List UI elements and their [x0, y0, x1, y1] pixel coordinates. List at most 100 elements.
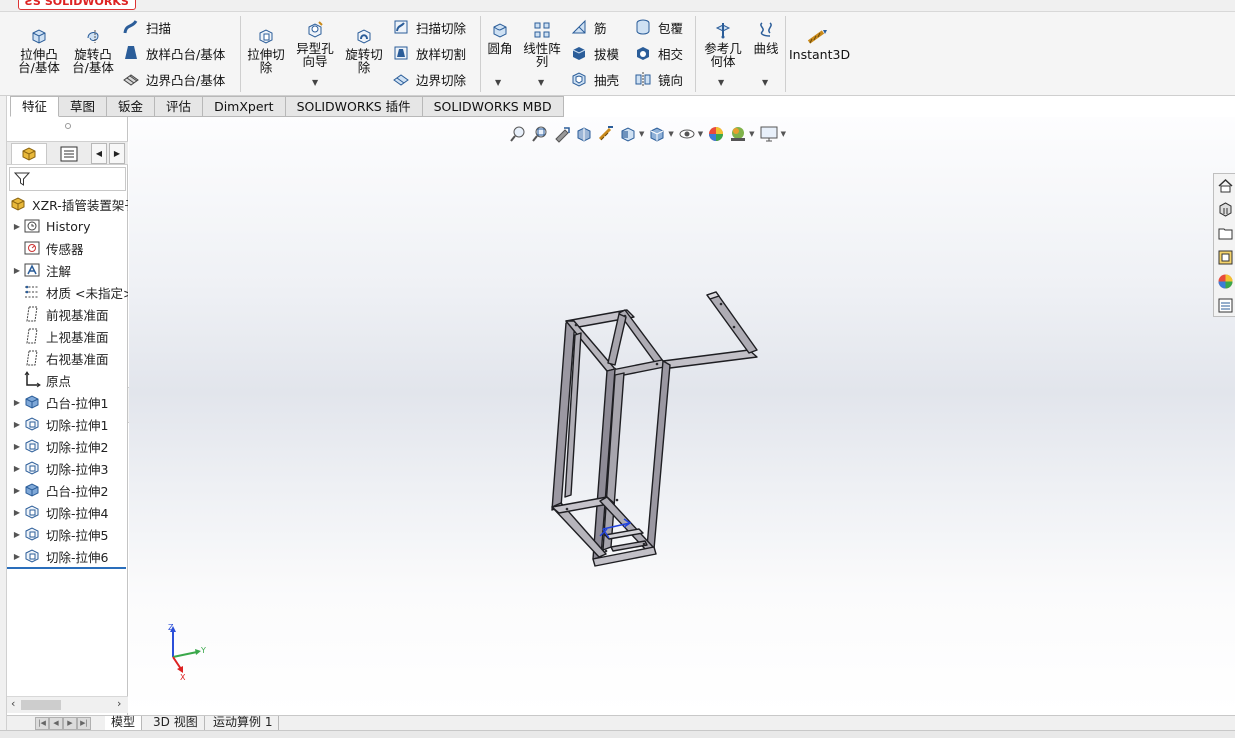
boundary-boss-button[interactable]: 边界凸台/基体 [122, 68, 225, 90]
instant3d-icon [807, 30, 827, 44]
draft-label: 拔模 [594, 46, 620, 62]
loft-cut-button[interactable]: 放样切割 [392, 42, 466, 64]
tree-item[interactable]: 右视基准面 [7, 347, 128, 369]
prev-tab-icon[interactable]: ◀ [49, 717, 63, 730]
status-bar [0, 730, 1235, 738]
expand-arrow-icon[interactable]: ▶ [11, 464, 23, 473]
reference-geometry-button[interactable]: 参考几 何体 [700, 20, 746, 68]
property-manager-tab[interactable] [51, 143, 87, 164]
shell-button[interactable]: 抽壳 [570, 68, 619, 90]
graphics-area[interactable]: ▼ ▼ ▼ ▼ ▼ Z Y X [129, 117, 1235, 715]
tree-item[interactable]: ▶ 注解 [7, 259, 128, 281]
extrude-cut-button[interactable]: 拉伸切 除 [244, 26, 288, 74]
curves-icon [760, 22, 772, 37]
hole-wizard-button[interactable]: 异型孔 向导 [292, 20, 338, 68]
tab-solidworks-addins[interactable]: SOLIDWORKS 插件 [285, 96, 423, 117]
tree-item[interactable]: 材质 <未指定> [7, 281, 128, 303]
last-tab-icon[interactable]: ▶| [77, 717, 91, 730]
sweep-button[interactable]: 扫描 [122, 16, 171, 38]
linear-pattern-dropdown-icon[interactable]: ▼ [538, 78, 544, 87]
expand-arrow-icon[interactable]: ▶ [11, 552, 23, 561]
rib-button[interactable]: 筋 [570, 16, 607, 38]
tree-item[interactable]: 前视基准面 [7, 303, 128, 325]
loft-boss-button[interactable]: 放样凸台/基体 [122, 42, 225, 64]
tree-item[interactable]: ▶ 切除-拉伸4 [7, 501, 128, 523]
expand-arrow-icon[interactable]: ▶ [11, 486, 23, 495]
design-library-icon[interactable] [1217, 201, 1234, 218]
tree-horizontal-scrollbar[interactable]: ‹ › [7, 696, 128, 713]
tab-model[interactable]: 模型 [105, 716, 143, 731]
plane-icon [23, 349, 41, 367]
view-palette-icon[interactable] [1217, 249, 1234, 266]
tab-3d-view[interactable]: 3D 视图 [147, 716, 205, 731]
tab-sheet-metal[interactable]: 钣金 [107, 96, 156, 117]
solidworks-logo[interactable]: ƧS SOLIDWORKS [18, 0, 136, 10]
linear-pattern-button[interactable]: 线性阵 列 [520, 20, 564, 68]
expand-arrow-icon[interactable]: ▶ [11, 442, 23, 451]
scroll-left-arrow-icon[interactable]: ‹ [11, 697, 15, 710]
extrude-boss-button[interactable]: 拉伸凸 台/基体 [14, 26, 64, 74]
tree-item-label: 前视基准面 [46, 307, 109, 323]
tree-item[interactable]: ▶ 切除-拉伸1 [7, 413, 128, 435]
draft-button[interactable]: 拔模 [570, 42, 619, 64]
instant3d-button[interactable]: Instant3D [789, 28, 850, 61]
file-explorer-icon[interactable] [1217, 225, 1234, 242]
fillet-dropdown-icon[interactable]: ▼ [495, 78, 501, 87]
tabs-scroll-right-icon[interactable]: ▶ [109, 143, 125, 164]
expand-arrow-icon[interactable]: ▶ [11, 398, 23, 407]
tree-item[interactable]: ▶ 凸台-拉伸1 [7, 391, 128, 413]
intersect-label: 相交 [658, 46, 684, 62]
fillet-button[interactable]: 圆角 [484, 20, 516, 55]
tree-item[interactable]: 传感器 [7, 237, 128, 259]
reference-geometry-dropdown-icon[interactable]: ▼ [718, 78, 724, 87]
appearances-scenes-icon[interactable] [1217, 273, 1234, 290]
next-tab-icon[interactable]: ▶ [63, 717, 77, 730]
wrap-button[interactable]: 包覆 [634, 16, 683, 38]
tree-item[interactable]: 上视基准面 [7, 325, 128, 347]
mirror-button[interactable]: 镜向 [634, 68, 683, 90]
tab-features[interactable]: 特征 [10, 96, 60, 117]
tree-items: ▶ History 传感器 ▶ 注解 材质 <未指定> 前视基准面 上视基准面 右视基准面 原点 ▶… [7, 215, 128, 567]
scroll-right-arrow-icon[interactable]: › [117, 697, 121, 710]
tree-item-label: 切除-拉伸2 [46, 439, 109, 455]
triad-y-label: Y [200, 646, 206, 655]
tree-item[interactable]: ▶ 切除-拉伸2 [7, 435, 128, 457]
revolve-boss-button[interactable]: 旋转凸 台/基体 [67, 26, 119, 74]
curves-button[interactable]: 曲线 [750, 20, 782, 55]
feature-manager-tab[interactable] [11, 143, 47, 164]
tree-filter[interactable] [9, 167, 126, 191]
boundary-cut-button[interactable]: 边界切除 [392, 68, 466, 90]
expand-arrow-icon[interactable]: ▶ [11, 530, 23, 539]
expand-arrow-icon[interactable]: ▶ [11, 508, 23, 517]
sweep-cut-button[interactable]: 扫描切除 [392, 16, 466, 38]
expand-arrow-icon[interactable]: ▶ [11, 266, 23, 275]
revolve-cut-button[interactable]: 旋转切 除 [341, 26, 387, 74]
tabs-scroll-left-icon[interactable]: ◀ [91, 143, 107, 164]
intersect-button[interactable]: 相交 [634, 42, 683, 64]
tab-dimxpert[interactable]: DimXpert [203, 96, 286, 117]
solidworks-resources-icon[interactable] [1217, 177, 1234, 194]
custom-properties-icon[interactable] [1217, 297, 1234, 314]
feature-tree: XZR-插管装置架子 ▶ History 传感器 ▶ 注解 材质 <未指定> 前视基准面上视… [7, 193, 128, 567]
tree-root[interactable]: XZR-插管装置架子 [7, 193, 128, 215]
expand-arrow-icon[interactable]: ▶ [11, 222, 23, 231]
tab-sketch[interactable]: 草图 [59, 96, 108, 117]
rollback-bar[interactable] [7, 567, 126, 569]
hole-wizard-dropdown-icon[interactable]: ▼ [312, 78, 318, 87]
tree-item[interactable]: ▶ History [7, 215, 128, 237]
scroll-thumb[interactable] [21, 700, 61, 710]
tab-motion-study[interactable]: 运动算例 1 [207, 716, 280, 731]
tree-item[interactable]: 原点 [7, 369, 128, 391]
tab-evaluate[interactable]: 评估 [155, 96, 204, 117]
property-manager-icon [60, 146, 78, 161]
tree-item[interactable]: ▶ 凸台-拉伸2 [7, 479, 128, 501]
panel-grip-handle[interactable] [65, 123, 71, 129]
curves-dropdown-icon[interactable]: ▼ [762, 78, 768, 87]
frame-model[interactable] [129, 117, 1235, 715]
tree-item[interactable]: ▶ 切除-拉伸6 [7, 545, 128, 567]
tree-item[interactable]: ▶ 切除-拉伸3 [7, 457, 128, 479]
expand-arrow-icon[interactable]: ▶ [11, 420, 23, 429]
first-tab-icon[interactable]: |◀ [35, 717, 49, 730]
tree-item[interactable]: ▶ 切除-拉伸5 [7, 523, 128, 545]
tab-solidworks-mbd[interactable]: SOLIDWORKS MBD [422, 96, 564, 117]
